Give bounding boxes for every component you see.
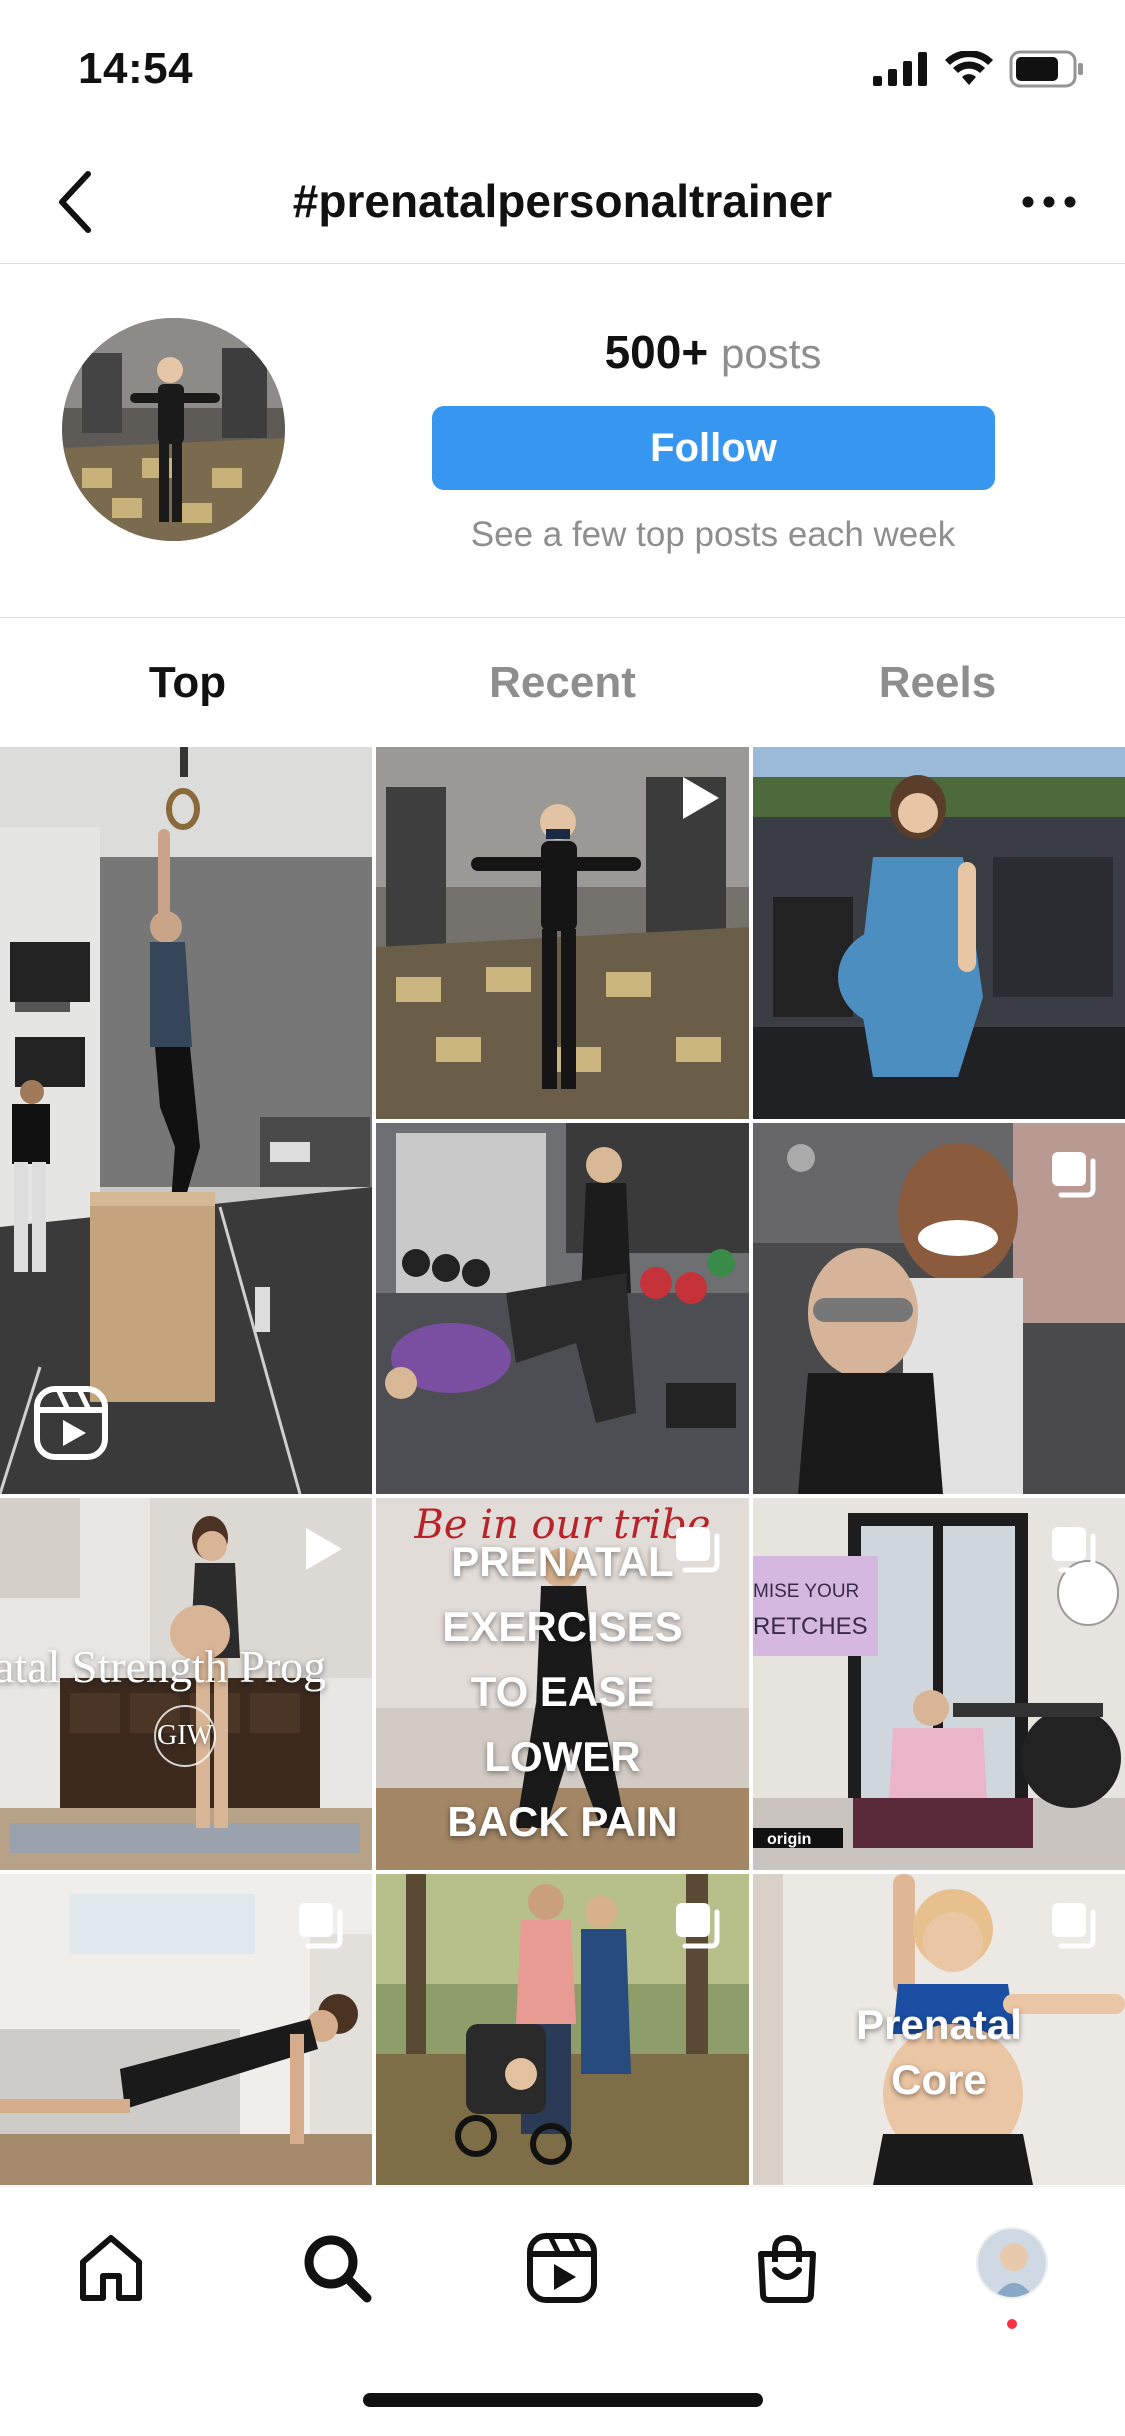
tab-top[interactable]: Top: [0, 619, 375, 746]
tab-shop[interactable]: [742, 2223, 832, 2313]
tab-home[interactable]: [66, 2223, 156, 2313]
grid-post-6[interactable]: atal Strength Prog GIW: [0, 1498, 372, 1870]
post-count-value: 500+: [604, 326, 709, 378]
tile-6-overlay: atal Strength Prog: [0, 1641, 327, 1692]
post-grid: atal Strength Prog GIW Be in our tribe P…: [0, 747, 1125, 2185]
grid-post-3[interactable]: [753, 747, 1125, 1119]
tile-7-line-2: EXERCISES: [442, 1603, 683, 1650]
follow-subtitle: See a few top posts each week: [470, 515, 956, 554]
tab-profile-avatar[interactable]: [976, 2227, 1048, 2299]
notification-dot: [1007, 2319, 1017, 2329]
tab-reels[interactable]: Reels: [750, 619, 1125, 746]
grid-post-4[interactable]: [376, 1123, 749, 1494]
grid-post-11[interactable]: Prenatal Core: [753, 1874, 1125, 2185]
tile-7-line-5: BACK PAIN: [447, 1798, 678, 1845]
status-time: 14:54: [78, 44, 194, 93]
grid-post-8[interactable]: MISE YOUR RETCHES origin: [753, 1498, 1125, 1870]
tab-search[interactable]: [292, 2223, 382, 2313]
grid-post-1[interactable]: [0, 747, 372, 1494]
cell-signal-icon: [873, 52, 927, 86]
tab-reels[interactable]: [517, 2223, 607, 2313]
status-icons: [873, 50, 1085, 88]
grid-post-2[interactable]: [376, 747, 749, 1119]
grid-post-5[interactable]: [753, 1123, 1125, 1494]
tile-11-line-2: Core: [891, 2056, 987, 2103]
play-icon: [306, 1528, 342, 1570]
tile-7-line-3: TO EASE: [470, 1668, 655, 1715]
home-indicator: [363, 2393, 763, 2407]
carousel-icon: [299, 1903, 343, 1949]
post-count: 500+ posts: [430, 325, 996, 379]
grid-post-7[interactable]: Be in our tribe PRENATAL EXERCISES TO EA…: [376, 1498, 749, 1870]
page-title: #prenatalpersonaltrainer: [292, 175, 833, 227]
grid-post-9[interactable]: [0, 1874, 372, 2185]
more-horizontal-icon: [1022, 196, 1076, 208]
carousel-icon: [1052, 1903, 1096, 1949]
tile-8-line-2: RETCHES: [753, 1613, 868, 1640]
reel-icon: [34, 1386, 108, 1460]
nav-header: #prenatalpersonaltrainer: [0, 140, 1125, 264]
tile-7-line-4: LOWER: [484, 1733, 641, 1780]
wifi-icon: [945, 51, 993, 85]
home-icon: [80, 2235, 142, 2301]
carousel-icon: [1052, 1152, 1096, 1198]
carousel-icon: [1052, 1527, 1096, 1573]
hashtag-avatar: [62, 318, 285, 541]
tab-recent[interactable]: Recent: [375, 619, 750, 746]
shop-icon: [758, 2234, 816, 2303]
tile-8-line-1: MISE YOUR: [753, 1581, 860, 1602]
carousel-icon: [676, 1527, 720, 1573]
tile-6-logo: GIW: [157, 1720, 213, 1751]
play-icon: [683, 777, 719, 819]
status-bar: 14:54: [0, 0, 1125, 140]
follow-button[interactable]: Follow: [432, 406, 995, 490]
grid-post-10[interactable]: [376, 1874, 749, 2185]
carousel-icon: [676, 1903, 720, 1949]
more-options-button[interactable]: [1009, 162, 1089, 242]
hashtag-header: 500+ posts Follow See a few top posts ea…: [0, 265, 1125, 618]
tile-11-line-1: Prenatal: [856, 2001, 1022, 2048]
reels-icon: [527, 2233, 597, 2303]
tile-8-origin: origin: [767, 1831, 812, 1848]
post-count-label: posts: [721, 330, 822, 377]
battery-icon: [1009, 50, 1083, 88]
search-icon: [304, 2235, 372, 2303]
feed-tabs: Top Recent Reels: [0, 619, 1125, 746]
